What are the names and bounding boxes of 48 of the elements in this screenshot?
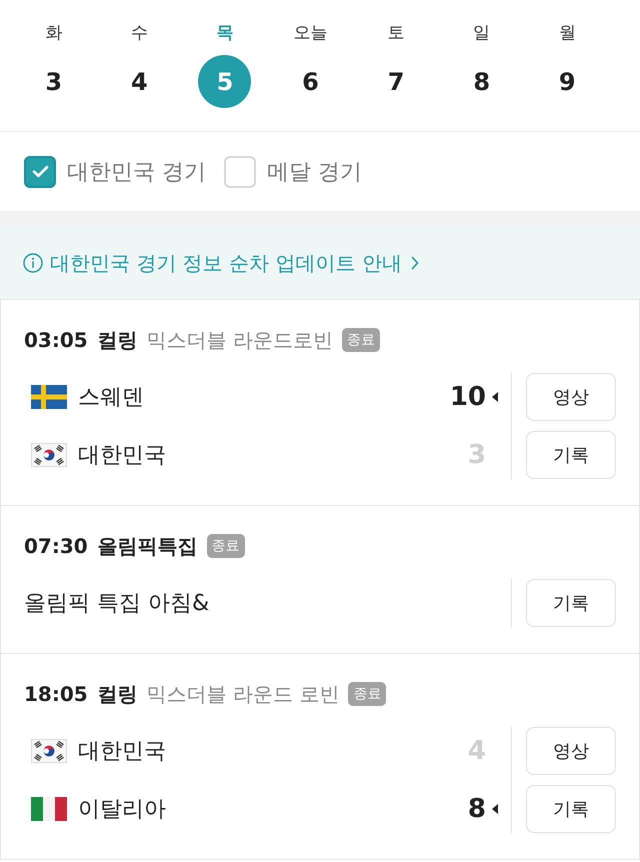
filter-label[interactable]: 메달 경기 [267,156,362,186]
checkbox[interactable] [24,156,56,188]
weekday-label: 토 [388,22,405,45]
team-name: 스웨덴 [78,384,144,412]
team-name: 이탈리아 [78,796,166,824]
team-name: 대한민국 [78,442,166,470]
status-badge: 종료 [206,534,245,558]
action-button[interactable]: 영상 [526,373,616,421]
date-button[interactable]: 3 [27,55,80,108]
action-button[interactable]: 기록 [526,431,616,479]
action-button[interactable]: 기록 [526,579,616,627]
action-button[interactable]: 영상 [526,727,616,775]
triangle-marker-icon [492,804,498,814]
weekday-label: 화 [45,22,62,45]
sport-name: 컬링 [98,326,138,354]
sport-name: 컬링 [98,680,138,708]
sweden-flag-icon [31,385,67,409]
status-badge: 종료 [348,682,386,706]
team-score: 10 [450,382,486,412]
italy-flag-icon [31,797,67,821]
date-button[interactable]: 7 [370,55,423,108]
event-name: 믹스더블 라운드로빈 [146,326,334,354]
team-score: 8 [468,794,486,824]
check-icon [32,165,48,178]
action-button[interactable]: 기록 [526,785,616,833]
weekday-label: 목 [216,22,234,45]
match-time: 03:05 [24,328,88,352]
event-name: 믹스더블 라운드 로빈 [146,680,340,708]
date-button[interactable]: 4 [112,55,166,108]
korea-flag-icon [31,443,67,467]
weekday-label: 월 [558,22,576,45]
date-button[interactable]: 6 [284,55,338,108]
match-time: 18:05 [24,682,88,706]
triangle-marker-icon [492,392,498,402]
match-time: 07:30 [24,534,88,558]
weekday-label: 수 [130,22,148,45]
program-title: 올림픽 특집 아침& [24,590,210,618]
team-name: 대한민국 [78,738,166,766]
status-badge: 종료 [342,328,380,352]
date-button[interactable]: 9 [540,55,594,108]
chevron-right-icon [410,256,419,270]
sport-name: 올림픽특집 [98,532,198,560]
info-icon [23,253,43,273]
korea-flag-icon [31,739,67,763]
weekday-label: 오늘 [294,22,328,45]
weekday-label: 일 [473,22,490,45]
filter-label[interactable]: 대한민국 경기 [67,156,206,186]
date-button[interactable]: 8 [455,55,508,108]
